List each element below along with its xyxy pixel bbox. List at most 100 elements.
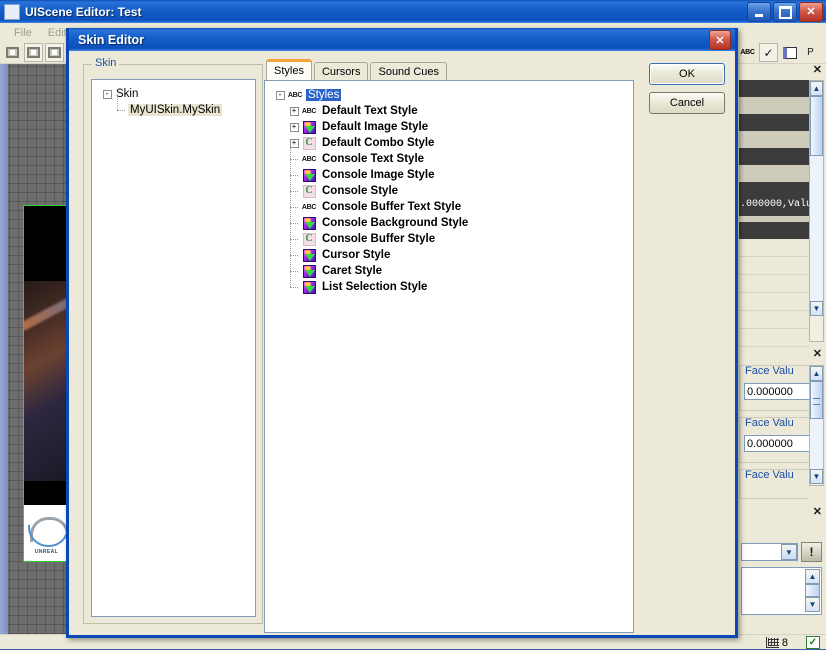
styles-tree-pane[interactable]: - ABC Styles +ABCDefault Text Style+Defa… [264, 80, 634, 633]
styles-tree-item-label: Caret Style [320, 265, 384, 277]
list-row[interactable] [739, 329, 809, 347]
tab-sound-cues[interactable]: Sound Cues [370, 62, 447, 80]
list-row[interactable] [739, 131, 809, 148]
list-row-code[interactable]: .000000,Valu [739, 199, 809, 216]
close-button[interactable]: ✕ [799, 2, 823, 22]
abc-icon: ABC [740, 49, 754, 56]
minimize-button[interactable] [747, 2, 771, 22]
dialog-close-button[interactable]: ✕ [709, 30, 731, 50]
dock-props-close-icon[interactable]: ✕ [813, 349, 822, 360]
ok-button-label: OK [679, 68, 695, 80]
scroll-down-arrow-icon[interactable]: ▼ [805, 597, 820, 612]
dock-list[interactable]: ▲ ▼ [741, 567, 822, 615]
scene-preview-panel[interactable]: UNREAL [23, 205, 70, 562]
styles-tree-item[interactable]: Cursor Style [273, 247, 633, 263]
skin-groupbox: Skin - Skin MyUISkin.MySkin [83, 64, 263, 624]
styles-tree-item[interactable]: +Default Image Style [273, 119, 633, 135]
styles-tree-item[interactable]: +ABCDefault Text Style [273, 103, 633, 119]
list-row[interactable] [739, 148, 809, 165]
list-row[interactable] [739, 275, 809, 293]
styles-tree-item-label: Default Text Style [320, 105, 420, 117]
tab-styles[interactable]: Styles [266, 59, 312, 80]
styles-tree-item[interactable]: Console Image Style [273, 167, 633, 183]
logo-arc-lower-icon [28, 525, 69, 547]
scroll-down-arrow-icon[interactable]: ▼ [810, 469, 823, 484]
left-vertical-scrollbar[interactable] [0, 64, 8, 634]
styles-tree-item[interactable]: Caret Style [273, 263, 633, 279]
list-row[interactable] [739, 293, 809, 311]
alert-button[interactable]: ! [801, 542, 822, 562]
skin-tree-pane[interactable]: - Skin MyUISkin.MySkin [91, 79, 256, 617]
tab-cursors[interactable]: Cursors [314, 62, 369, 80]
scroll-up-arrow-icon[interactable]: ▲ [805, 569, 820, 584]
image-icon [301, 281, 317, 294]
list-row[interactable] [739, 80, 809, 97]
property-label: Face Valu [745, 365, 794, 377]
list-row[interactable] [739, 222, 809, 239]
dock-panel-top: ✕ .000000,Valu ▲ ▼ [736, 64, 826, 348]
abc-text-icon: ABC [301, 108, 317, 115]
scene-artwork [24, 281, 69, 481]
skin-tree-root[interactable]: - Skin [100, 86, 255, 102]
chevron-down-icon[interactable]: ▼ [781, 544, 797, 560]
expand-expander-icon[interactable]: + [290, 123, 299, 132]
grid-icon [766, 637, 779, 648]
list-row[interactable] [739, 114, 809, 131]
abc-label-tool-button[interactable]: ABC [738, 43, 757, 62]
scroll-up-arrow-icon[interactable]: ▲ [810, 366, 823, 381]
list-row[interactable] [739, 165, 809, 182]
panel-tool-button[interactable] [780, 43, 799, 62]
dock-top-close-icon[interactable]: ✕ [813, 65, 822, 76]
skin-groupbox-label: Skin [92, 57, 119, 69]
styles-tree-root[interactable]: - ABC Styles [273, 87, 633, 103]
frame-tool-1-button[interactable] [3, 43, 22, 62]
property-value-input[interactable]: 0.000000 [744, 383, 818, 400]
scroll-down-arrow-icon[interactable]: ▼ [810, 301, 823, 316]
list-row[interactable] [739, 97, 809, 114]
ok-button[interactable]: OK [649, 63, 725, 85]
scroll-thumb[interactable] [805, 584, 820, 597]
scroll-thumb[interactable] [810, 381, 823, 419]
skin-tree-child[interactable]: MyUISkin.MySkin [100, 102, 255, 118]
list-row[interactable] [739, 257, 809, 275]
tree-line [114, 102, 128, 118]
frame-tool-3-button[interactable] [45, 43, 64, 62]
property-group: Face Valu [739, 469, 809, 499]
styles-tree-item[interactable]: CConsole Style [273, 183, 633, 199]
dock-bottom-scrollbar[interactable]: ▲ ▼ [805, 569, 820, 614]
styles-tree-item[interactable]: Console Background Style [273, 215, 633, 231]
dock-props-scrollbar[interactable]: ▲ ▼ [809, 365, 824, 486]
panel-icon [783, 47, 797, 59]
collapse-expander-icon[interactable]: - [276, 91, 285, 100]
property-group: Face Valu 0.000000 [739, 417, 809, 463]
expand-expander-icon[interactable]: + [290, 107, 299, 116]
list-row[interactable] [739, 239, 809, 257]
scroll-up-arrow-icon[interactable]: ▲ [810, 81, 823, 96]
scroll-track[interactable] [810, 156, 823, 301]
styles-tree-item[interactable]: +CDefault Combo Style [273, 135, 633, 151]
skin-tree-child-label: MyUISkin.MySkin [128, 104, 222, 116]
checkbox-tool-button[interactable]: ✓ [759, 43, 778, 62]
styles-tree-item[interactable]: CConsole Buffer Style [273, 231, 633, 247]
status-check-icon[interactable]: ✓ [806, 636, 820, 649]
image-icon [301, 169, 317, 182]
dock-combo[interactable]: ▼ [741, 543, 798, 561]
cancel-button[interactable]: Cancel [649, 92, 725, 114]
styles-tree-item[interactable]: ABCConsole Buffer Text Style [273, 199, 633, 215]
dock-top-scrollbar[interactable]: ▲ ▼ [809, 80, 824, 342]
scroll-thumb[interactable] [810, 96, 823, 156]
styles-tree-item[interactable]: List Selection Style [273, 279, 633, 295]
list-row[interactable] [739, 311, 809, 329]
collapse-expander-icon[interactable]: - [103, 90, 112, 99]
p-tool-button[interactable]: P [801, 43, 820, 62]
property-value-input[interactable]: 0.000000 [744, 435, 818, 452]
menu-file[interactable]: File [6, 26, 40, 40]
scroll-track[interactable] [810, 419, 823, 469]
dock-bottom-close-icon[interactable]: ✕ [813, 507, 822, 518]
image-icon [301, 121, 317, 134]
list-row[interactable] [739, 182, 809, 199]
maximize-button[interactable] [773, 2, 797, 22]
frame-tool-2-button[interactable] [24, 43, 43, 62]
styles-tree-item[interactable]: ABCConsole Text Style [273, 151, 633, 167]
close-icon: ✕ [800, 3, 822, 21]
